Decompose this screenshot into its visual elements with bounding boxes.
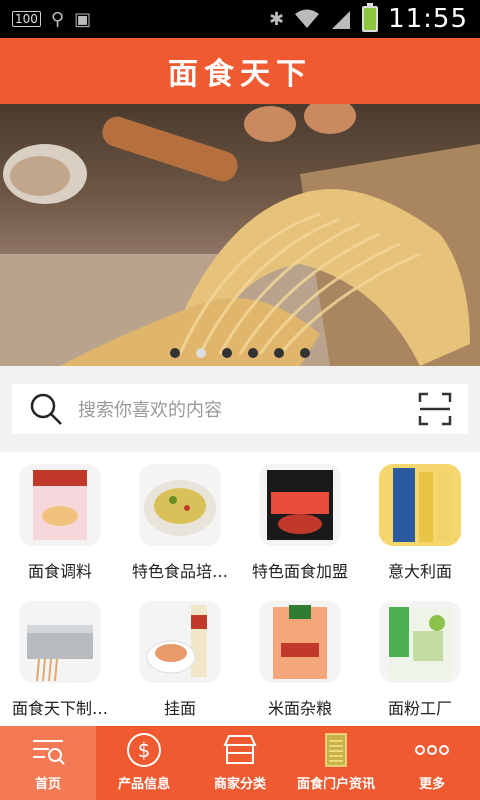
battery-percent-indicator: 100 <box>12 11 41 27</box>
search-section: 搜索你喜欢的内容 <box>0 366 480 452</box>
tab-home[interactable]: 首页 <box>0 726 96 800</box>
tab-label: 面食门户资讯 <box>296 777 375 792</box>
bottom-tab-bar: 首页 $ 产品信息 商家分类 面食门户资讯 更多 <box>0 726 480 800</box>
search-bar[interactable]: 搜索你喜欢的内容 <box>12 384 468 434</box>
category-label: 挂面 <box>163 699 196 718</box>
category-label: 面食调料 <box>27 562 92 581</box>
carousel-dot[interactable] <box>248 348 258 358</box>
shop-icon <box>223 735 257 764</box>
category-label: 面食天下制… <box>11 699 108 718</box>
category-item[interactable]: 特色面食加盟 <box>240 452 360 589</box>
category-label: 面粉工厂 <box>387 699 452 718</box>
category-item[interactable]: 意大利面 <box>360 452 480 589</box>
carousel-dot[interactable] <box>222 348 232 358</box>
clock: 11:55 <box>388 4 468 34</box>
tab-label: 更多 <box>418 777 445 792</box>
tab-products[interactable]: $ 产品信息 <box>96 726 192 800</box>
app-header: 面食天下 <box>0 38 480 104</box>
carousel-dot[interactable] <box>300 348 310 358</box>
dollar-icon: $ <box>127 733 161 767</box>
banner-carousel[interactable] <box>0 104 480 366</box>
category-image <box>379 464 461 546</box>
status-bar: 100 ⚲ ▣ ✱ 11:55 <box>0 0 480 38</box>
tab-label: 产品信息 <box>117 777 170 792</box>
tab-label: 商家分类 <box>213 777 266 792</box>
category-image <box>19 464 101 546</box>
category-item[interactable]: 面食调料 <box>0 452 120 589</box>
battery-icon <box>362 3 379 32</box>
category-grid: 面食调料 特色食品培… 特色面食加盟 意大利面 面食天下制… 挂面 米面杂粮 面… <box>0 452 480 726</box>
usb-icon: ⚲ <box>50 8 65 30</box>
carousel-dot[interactable] <box>274 348 284 358</box>
carousel-dot[interactable] <box>170 348 180 358</box>
search-icon <box>30 393 62 425</box>
category-image <box>139 464 221 546</box>
category-image <box>379 601 461 683</box>
category-image <box>19 601 101 683</box>
category-image <box>259 464 341 546</box>
category-item[interactable]: 挂面 <box>120 589 240 726</box>
category-label: 特色食品培… <box>131 562 228 581</box>
category-item[interactable]: 特色食品培… <box>120 452 240 589</box>
svg-text:$: $ <box>138 738 151 762</box>
scan-icon[interactable] <box>418 392 452 426</box>
tab-label: 首页 <box>34 777 61 792</box>
carousel-dot-active[interactable] <box>196 348 206 358</box>
category-image <box>259 601 341 683</box>
more-icon <box>415 745 449 755</box>
notification-icon: ▣ <box>74 8 92 30</box>
document-icon <box>325 733 347 767</box>
banner-image <box>0 104 480 366</box>
category-label: 米面杂粮 <box>267 699 332 718</box>
search-input[interactable]: 搜索你喜欢的内容 <box>78 396 418 422</box>
tab-more[interactable]: 更多 <box>384 726 480 800</box>
category-label: 特色面食加盟 <box>251 562 348 581</box>
carousel-indicators <box>0 348 480 358</box>
category-item[interactable]: 面食天下制… <box>0 589 120 726</box>
category-item[interactable]: 面粉工厂 <box>360 589 480 726</box>
category-image <box>139 601 221 683</box>
category-label: 意大利面 <box>387 562 452 581</box>
tab-shops[interactable]: 商家分类 <box>192 726 288 800</box>
wifi-icon <box>295 9 320 28</box>
bluetooth-icon: ✱ <box>268 8 285 30</box>
home-search-icon <box>33 740 65 765</box>
tab-news[interactable]: 面食门户资讯 <box>288 726 384 800</box>
page-title: 面食天下 <box>168 57 312 92</box>
category-item[interactable]: 米面杂粮 <box>240 589 360 726</box>
signal-icon <box>332 11 351 29</box>
